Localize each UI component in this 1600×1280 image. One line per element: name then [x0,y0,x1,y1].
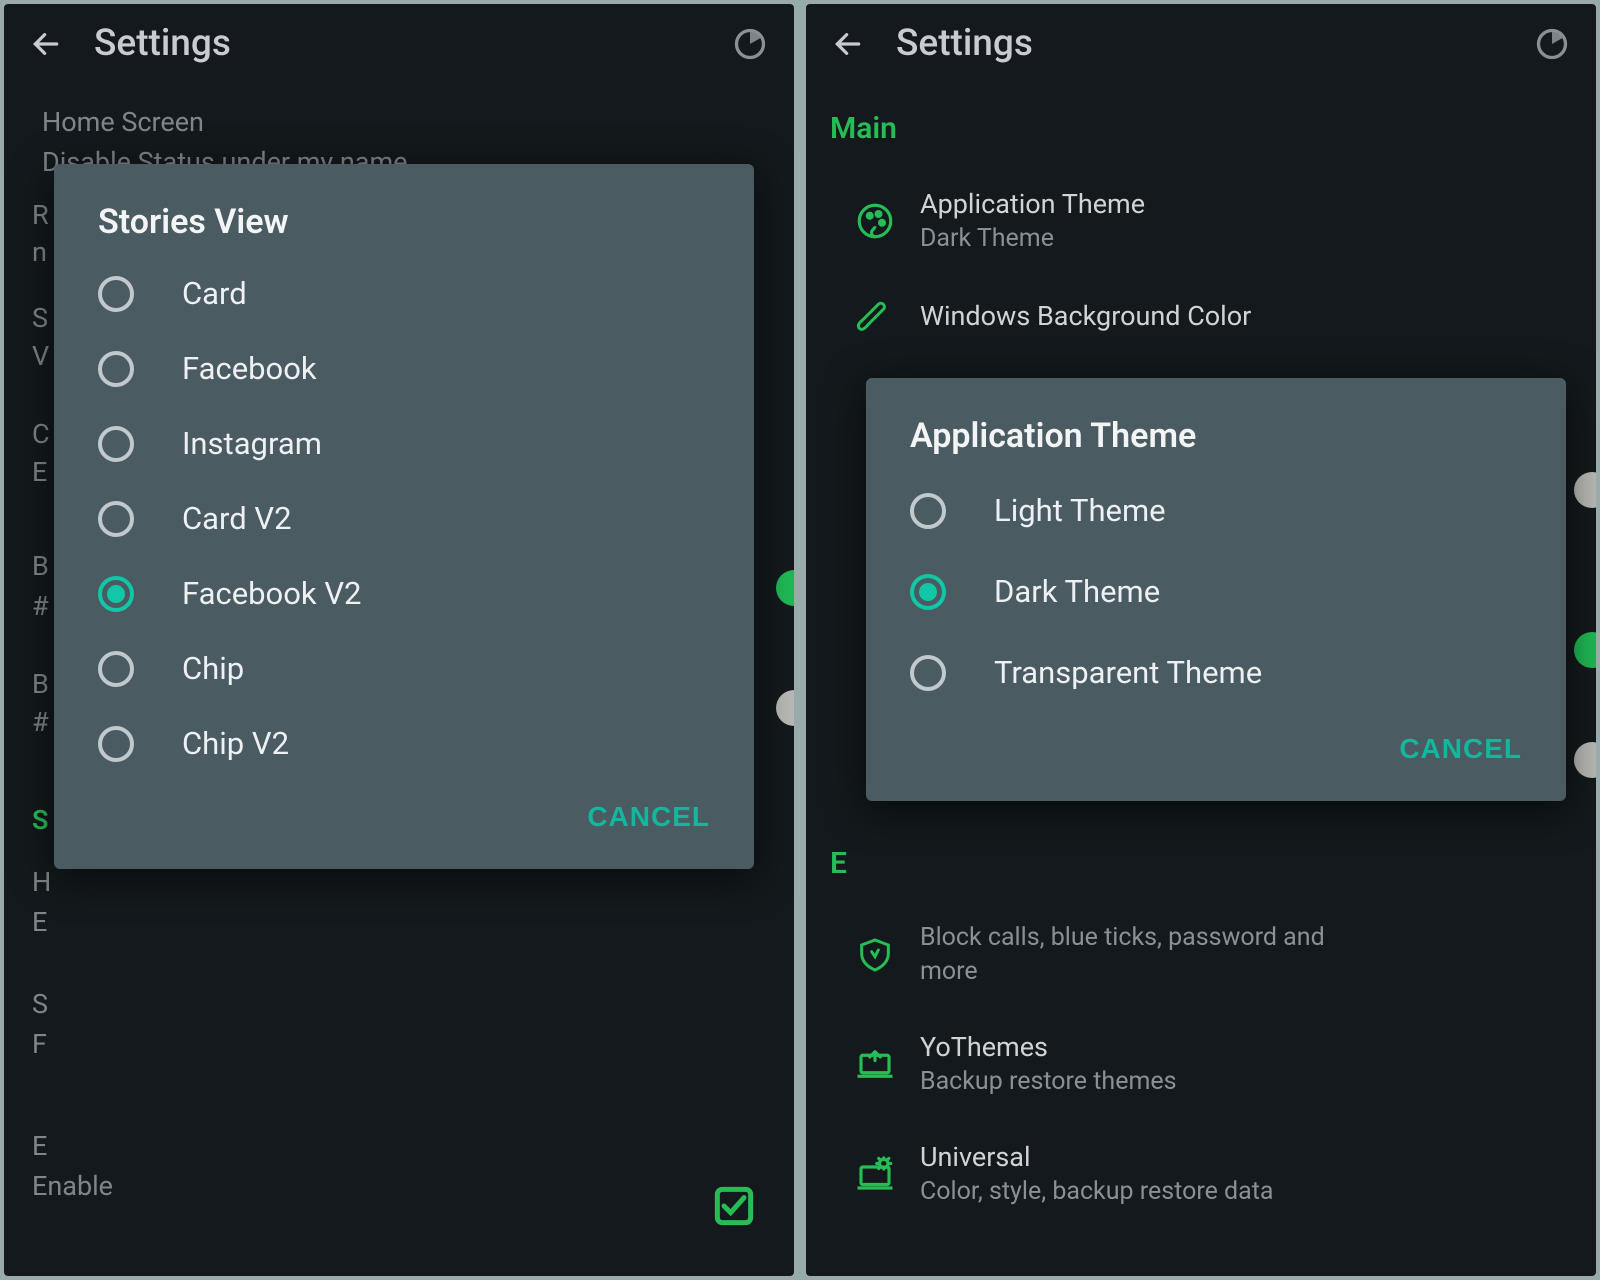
laptop-up-icon [830,1043,920,1085]
check-icon [714,1186,754,1230]
radio-label: Dark Theme [994,573,1160,610]
radio-icon-selected [98,576,134,612]
radio-icon [910,655,946,691]
left-screenshot: Settings Home Screen Disable Status unde… [4,4,794,1276]
page-title: Settings [896,22,1532,65]
radio-label: Chip V2 [182,725,289,762]
setting-title: Application Theme [920,186,1572,222]
setting-title: Windows Background Color [920,298,1572,334]
radio-icon [910,493,946,529]
radio-icon-selected [910,574,946,610]
brush-icon [830,296,920,336]
radio-icon [98,726,134,762]
radio-option-chip[interactable]: Chip [54,631,754,706]
setting-subtitle: Backup restore themes [920,1065,1572,1099]
cancel-button[interactable]: CANCEL [1399,733,1522,765]
radio-icon [98,351,134,387]
radio-label: Facebook V2 [182,575,361,612]
cancel-button[interactable]: CANCEL [587,801,710,833]
radio-icon [98,651,134,687]
setting-yothemes[interactable]: YoThemes Backup restore themes [830,1009,1572,1119]
color-dot-gray-2 [1574,742,1596,778]
radio-option-facebook[interactable]: Facebook [54,331,754,406]
radio-icon [98,501,134,537]
radio-option-light-theme[interactable]: Light Theme [866,470,1566,551]
radio-option-facebook-v2[interactable]: Facebook V2 [54,556,754,631]
radio-label: Transparent Theme [994,654,1262,691]
color-dot-gray-1 [1574,472,1596,508]
back-icon[interactable] [830,26,866,62]
section-header-e: E [830,842,1572,901]
toggle-indicator-green-1 [776,570,794,606]
setting-title: YoThemes [920,1029,1572,1065]
setting-window-bg-color[interactable]: Windows Background Color [830,276,1572,342]
dialog-title: Stories View [54,164,754,256]
dialog-actions: CANCEL [866,713,1566,801]
radio-label: Card [182,275,247,312]
radio-label: Chip [182,650,244,687]
setting-subtitle: Dark Theme [920,222,1572,256]
radio-option-chip-v2[interactable]: Chip V2 [54,706,754,781]
radio-option-card[interactable]: Card [54,256,754,331]
radio-label: Light Theme [994,492,1166,529]
setting-subtitle: Color, style, backup restore data [920,1175,1572,1209]
radio-icon [98,426,134,462]
toggle-indicator-gray-1 [776,690,794,726]
radio-option-dark-theme[interactable]: Dark Theme [866,551,1566,632]
setting-title: Universal [920,1139,1572,1175]
setting-subtitle: Block calls, blue ticks, password and [920,921,1572,955]
palette-icon [830,200,920,242]
radio-icon [98,276,134,312]
radio-label: Instagram [182,425,322,462]
laptop-gear-icon [830,1153,920,1195]
setting-subtitle-2: more [920,955,1572,989]
shield-icon [830,935,920,975]
radio-option-card-v2[interactable]: Card V2 [54,481,754,556]
dialog-actions: CANCEL [54,781,754,869]
application-theme-dialog: Application Theme Light Theme Dark Theme… [866,378,1566,801]
appbar: Settings [806,4,1596,93]
setting-universal[interactable]: Universal Color, style, backup restore d… [830,1119,1572,1229]
setting-block-calls[interactable]: Block calls, blue ticks, password and mo… [830,901,1572,1009]
radio-option-transparent-theme[interactable]: Transparent Theme [866,632,1566,713]
stories-view-dialog: Stories View Card Facebook Instagram Car… [54,164,754,869]
color-dot-green-1 [1574,632,1596,668]
radio-option-instagram[interactable]: Instagram [54,406,754,481]
radio-label: Facebook [182,350,317,387]
clock-icon[interactable] [1532,24,1572,64]
setting-application-theme[interactable]: Application Theme Dark Theme [830,166,1572,276]
section-header-main: Main [830,93,1572,166]
dialog-title: Application Theme [866,378,1566,470]
radio-label: Card V2 [182,500,292,537]
right-screenshot: Settings Main Application Theme Dark The… [806,4,1596,1276]
